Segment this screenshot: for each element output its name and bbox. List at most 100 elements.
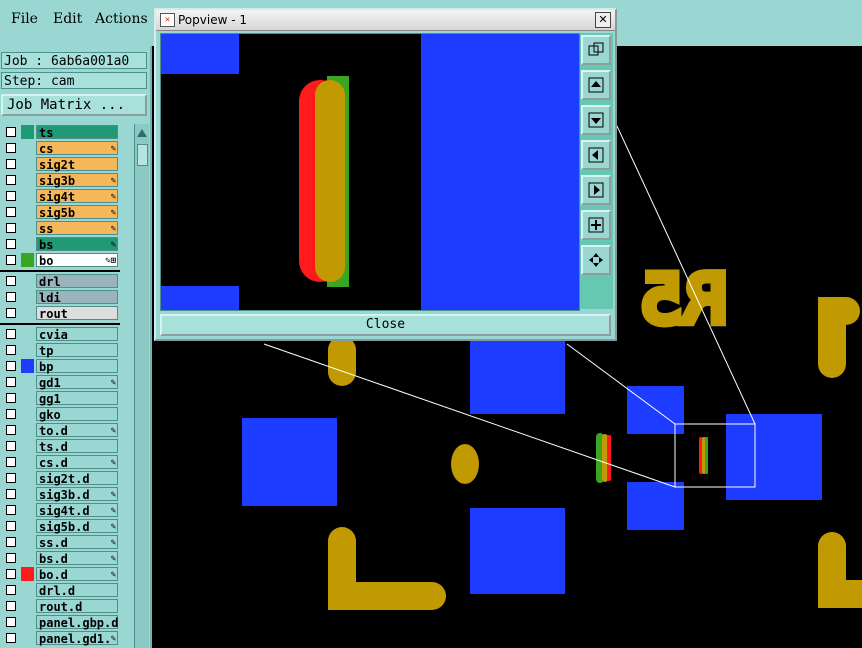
layer-color-swatch[interactable] xyxy=(21,503,34,517)
layer-color-swatch[interactable] xyxy=(21,583,34,597)
layer-row[interactable]: bo ✎⊞ xyxy=(0,252,120,268)
layer-color-swatch[interactable] xyxy=(21,306,34,320)
layer-row[interactable]: sig3b ✎ xyxy=(0,172,120,188)
layer-checkbox[interactable] xyxy=(6,159,16,169)
pan-left-button[interactable] xyxy=(581,140,611,170)
layer-name[interactable]: rout.d xyxy=(36,599,118,614)
layer-color-swatch[interactable] xyxy=(21,599,34,613)
layer-checkbox[interactable] xyxy=(6,127,16,137)
layer-row[interactable]: sig3b.d ✎ xyxy=(0,486,120,502)
layer-name[interactable]: ts.d xyxy=(36,439,118,454)
layer-row[interactable]: to.d ✎ xyxy=(0,422,120,438)
layer-checkbox[interactable] xyxy=(6,553,16,563)
layer-row[interactable]: sig2t.d xyxy=(0,470,120,486)
layer-row[interactable]: bo.d ✎ xyxy=(0,566,120,582)
layer-row[interactable]: bs.d ✎ xyxy=(0,550,120,566)
layer-color-swatch[interactable] xyxy=(21,359,34,373)
zoom-extents-button[interactable] xyxy=(581,35,611,65)
scroll-thumb[interactable] xyxy=(137,144,148,166)
popview-viewport[interactable] xyxy=(160,33,580,311)
layer-name[interactable]: bo ✎⊞ xyxy=(36,253,118,268)
layer-row[interactable]: sig5b.d ✎ xyxy=(0,518,120,534)
layer-row[interactable]: sig5b ✎ xyxy=(0,204,120,220)
layer-name[interactable]: tp xyxy=(36,343,118,358)
layer-name[interactable]: sig3b.d ✎ xyxy=(36,487,118,502)
layer-color-swatch[interactable] xyxy=(21,631,34,645)
layer-row[interactable]: rout xyxy=(0,305,120,321)
layer-name[interactable]: sig3b ✎ xyxy=(36,173,118,188)
layer-checkbox[interactable] xyxy=(6,489,16,499)
layer-row[interactable]: gko xyxy=(0,406,120,422)
layer-name[interactable]: gg1 xyxy=(36,391,118,406)
layer-row[interactable]: ldi xyxy=(0,289,120,305)
layer-name[interactable]: cs.d ✎ xyxy=(36,455,118,470)
layer-checkbox[interactable] xyxy=(6,409,16,419)
layer-checkbox[interactable] xyxy=(6,425,16,435)
layer-name[interactable]: rout xyxy=(36,306,118,321)
layer-checkbox[interactable] xyxy=(6,191,16,201)
layer-row[interactable]: sig2t xyxy=(0,156,120,172)
layer-checkbox[interactable] xyxy=(6,473,16,483)
layer-checkbox[interactable] xyxy=(6,505,16,515)
layer-row[interactable]: panel.gd1. ✎ xyxy=(0,630,120,646)
layer-color-swatch[interactable] xyxy=(21,567,34,581)
layer-color-swatch[interactable] xyxy=(21,189,34,203)
popview-titlebar[interactable]: ✕ Popview - 1 ✕ xyxy=(156,10,615,31)
layer-checkbox[interactable] xyxy=(6,601,16,611)
layer-name[interactable]: ts xyxy=(36,125,118,140)
layer-checkbox[interactable] xyxy=(6,207,16,217)
layer-color-swatch[interactable] xyxy=(21,290,34,304)
layer-checkbox[interactable] xyxy=(6,223,16,233)
layer-row[interactable]: panel.gbp.d xyxy=(0,614,120,630)
layer-name[interactable]: drl xyxy=(36,274,118,289)
menu-file[interactable]: File xyxy=(11,11,38,27)
layer-color-swatch[interactable] xyxy=(21,407,34,421)
layer-color-swatch[interactable] xyxy=(21,237,34,251)
layer-name[interactable]: sig2t xyxy=(36,157,118,172)
layer-name[interactable]: ldi xyxy=(36,290,118,305)
layer-checkbox[interactable] xyxy=(6,329,16,339)
layer-row[interactable]: sig4t ✎ xyxy=(0,188,120,204)
layer-checkbox[interactable] xyxy=(6,537,16,547)
layer-checkbox[interactable] xyxy=(6,361,16,371)
layer-row[interactable]: rout.d xyxy=(0,598,120,614)
layer-name[interactable]: drl.d xyxy=(36,583,118,598)
layer-checkbox[interactable] xyxy=(6,633,16,643)
layer-name[interactable]: bo.d ✎ xyxy=(36,567,118,582)
layer-color-swatch[interactable] xyxy=(21,274,34,288)
layer-color-swatch[interactable] xyxy=(21,205,34,219)
layer-name[interactable]: ss ✎ xyxy=(36,221,118,236)
layer-name[interactable]: sig2t.d xyxy=(36,471,118,486)
layer-checkbox[interactable] xyxy=(6,308,16,318)
layer-name[interactable]: bp xyxy=(36,359,118,374)
pan-up-button[interactable] xyxy=(581,70,611,100)
layer-row[interactable]: drl xyxy=(0,273,120,289)
layer-row[interactable]: ss.d ✎ xyxy=(0,534,120,550)
layer-name[interactable]: sig5b.d ✎ xyxy=(36,519,118,534)
layer-color-swatch[interactable] xyxy=(21,327,34,341)
layer-name[interactable]: panel.gbp.d xyxy=(36,615,118,630)
layer-checkbox[interactable] xyxy=(6,585,16,595)
layer-color-swatch[interactable] xyxy=(21,141,34,155)
layer-checkbox[interactable] xyxy=(6,457,16,467)
layer-checkbox[interactable] xyxy=(6,143,16,153)
layer-name[interactable]: bs ✎ xyxy=(36,237,118,252)
layer-row[interactable]: sig4t.d ✎ xyxy=(0,502,120,518)
close-icon[interactable]: ✕ xyxy=(595,12,611,28)
layer-color-swatch[interactable] xyxy=(21,343,34,357)
job-matrix-button[interactable]: Job Matrix ... xyxy=(1,94,147,116)
layer-color-swatch[interactable] xyxy=(21,125,34,139)
layer-checkbox[interactable] xyxy=(6,441,16,451)
layer-scrollbar[interactable] xyxy=(134,124,149,648)
layer-color-swatch[interactable] xyxy=(21,439,34,453)
pan-down-button[interactable] xyxy=(581,105,611,135)
layer-checkbox[interactable] xyxy=(6,292,16,302)
layer-name[interactable]: to.d ✎ xyxy=(36,423,118,438)
layer-color-swatch[interactable] xyxy=(21,391,34,405)
layer-checkbox[interactable] xyxy=(6,393,16,403)
scroll-up-icon[interactable] xyxy=(135,124,149,142)
layer-row[interactable]: gg1 xyxy=(0,390,120,406)
layer-color-swatch[interactable] xyxy=(21,173,34,187)
layer-color-swatch[interactable] xyxy=(21,221,34,235)
layer-checkbox[interactable] xyxy=(6,617,16,627)
